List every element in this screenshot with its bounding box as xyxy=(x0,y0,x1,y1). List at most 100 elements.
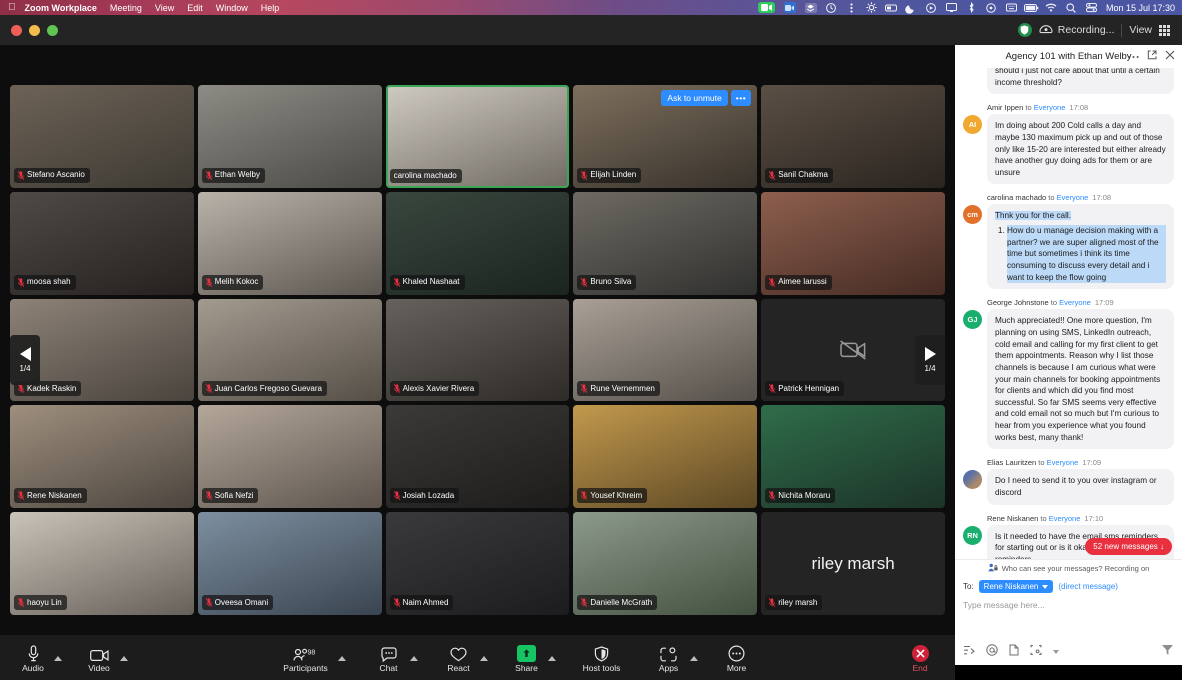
emoji-caret-icon[interactable] xyxy=(1053,650,1059,654)
participant-tile[interactable]: Alexis Xavier Rivera xyxy=(385,298,570,402)
battery-case-icon[interactable] xyxy=(885,2,898,13)
next-page-button[interactable]: 1/4 xyxy=(915,335,945,385)
participant-tile[interactable]: Ask to unmute ••• Elijah Linden xyxy=(573,85,758,188)
screenshot-icon[interactable] xyxy=(1030,643,1042,661)
mention-icon[interactable] xyxy=(986,643,998,661)
view-label[interactable]: View xyxy=(1129,24,1152,36)
participant-tile[interactable]: Khaled Nashaat xyxy=(385,191,570,295)
participant-tile[interactable]: haoyu Lin xyxy=(10,512,194,615)
participant-tile[interactable]: Aimee Iarussi xyxy=(761,191,945,295)
react-button[interactable]: React xyxy=(440,643,478,673)
format-text-icon[interactable] xyxy=(963,643,975,661)
participant-tile[interactable]: Sofia Nefzi xyxy=(197,405,382,509)
window-controls[interactable] xyxy=(0,24,58,36)
chat-privacy-notice[interactable]: Who can see your messages? Recording on xyxy=(955,559,1182,576)
zoom-app-icon[interactable] xyxy=(783,2,796,13)
timemachine-icon[interactable] xyxy=(986,2,997,13)
participant-tile[interactable]: Melih Kokoc xyxy=(197,191,382,295)
green-shield-icon[interactable] xyxy=(1017,23,1032,37)
maximize-window-button[interactable] xyxy=(47,24,58,36)
chat-sender-name[interactable]: George Johnstone xyxy=(987,298,1049,307)
video-button[interactable]: Video xyxy=(80,643,118,673)
recording-status[interactable]: Recording... xyxy=(1039,23,1114,37)
close-icon[interactable] xyxy=(1165,50,1175,63)
chat-input[interactable]: Type message here... xyxy=(955,597,1182,639)
chat-message[interactable]: GJ George Johnstone to Everyone 17:09 Much … xyxy=(963,298,1174,450)
chat-recipient[interactable]: Everyone xyxy=(1059,298,1091,307)
participant-tile[interactable]: Nichita Moraru xyxy=(761,405,945,509)
ask-to-unmute-button[interactable]: Ask to unmute xyxy=(661,90,728,106)
participant-tile[interactable]: Rene Niskanen xyxy=(10,405,194,509)
chat-message[interactable]: Elias Lauritzen to Everyone 17:09 Do I nee… xyxy=(963,458,1174,505)
audio-options-caret[interactable] xyxy=(54,656,62,661)
control-center-icon[interactable] xyxy=(1085,2,1097,13)
popout-icon[interactable] xyxy=(1147,50,1157,63)
display-icon[interactable] xyxy=(945,2,957,13)
chat-sender-name[interactable]: carolina machado xyxy=(987,193,1046,202)
menu-item-view[interactable]: View xyxy=(155,3,174,13)
audio-button[interactable]: Audio xyxy=(14,643,52,673)
previous-page-button[interactable]: 1/4 xyxy=(10,335,40,385)
more-options-icon[interactable] xyxy=(1128,51,1139,62)
kebab-icon[interactable] xyxy=(846,2,857,13)
end-button[interactable]: End xyxy=(901,643,939,673)
host-tools-button[interactable]: Host tools xyxy=(576,643,628,673)
participant-tile[interactable]: Stefano Ascanio xyxy=(10,85,194,188)
chat-message-list[interactable]: should i just not care about that until … xyxy=(955,68,1182,559)
settings-gear-icon[interactable] xyxy=(866,2,877,13)
menu-item-edit[interactable]: Edit xyxy=(187,3,203,13)
more-button[interactable]: More xyxy=(718,643,756,673)
camera-active-icon[interactable] xyxy=(757,2,775,13)
participant-tile[interactable]: Sanil Chakma xyxy=(761,85,945,188)
battery-icon[interactable] xyxy=(1023,2,1039,13)
send-icon[interactable] xyxy=(1161,643,1174,661)
chat-recipient-dropdown[interactable]: Rene Niskanen xyxy=(978,580,1054,593)
file-icon[interactable] xyxy=(1009,643,1019,661)
wifi-icon[interactable] xyxy=(1046,2,1057,13)
clock-icon[interactable] xyxy=(826,2,837,13)
chat-button[interactable]: Chat xyxy=(370,643,408,673)
share-button[interactable]: Share xyxy=(508,643,546,673)
apps-options-caret[interactable] xyxy=(689,656,698,661)
participants-options-caret[interactable] xyxy=(337,656,346,661)
chat-message[interactable]: AI Amir Ippen to Everyone 17:08 Im doing ab… xyxy=(963,103,1174,185)
participant-tile[interactable]: Danielle McGrath xyxy=(573,512,758,615)
participant-tile[interactable]: riley marsh riley marsh xyxy=(761,512,945,615)
keyboard-switch-icon[interactable] xyxy=(1005,2,1017,13)
grid-view-icon[interactable] xyxy=(1159,24,1170,36)
chat-options-caret[interactable] xyxy=(409,656,418,661)
chat-message[interactable]: cm carolina machado to Everyone 17:08 Thnk … xyxy=(963,193,1174,290)
video-options-caret[interactable] xyxy=(120,656,128,661)
new-messages-badge[interactable]: 52 new messages ↓ xyxy=(1085,538,1172,555)
menu-item-window[interactable]: Window xyxy=(216,3,248,13)
participant-tile[interactable]: Rune Vernemmen xyxy=(573,298,758,402)
menubar-clock[interactable]: Mon 15 Jul 17:30 xyxy=(1106,3,1175,13)
chat-sender-name[interactable]: Rene Niskanen xyxy=(987,514,1038,523)
search-icon[interactable] xyxy=(1066,2,1077,13)
moon-icon[interactable] xyxy=(905,2,917,14)
close-window-button[interactable] xyxy=(11,24,22,36)
apps-button[interactable]: Apps xyxy=(650,643,688,673)
dropbox-icon[interactable] xyxy=(804,2,817,13)
participants-button[interactable]: 98 Participants xyxy=(276,643,336,673)
participant-tile[interactable]: Josiah Lozada xyxy=(385,405,570,509)
participant-tile[interactable]: Ethan Welby xyxy=(197,85,382,188)
chat-sender-name[interactable]: Elias Lauritzen xyxy=(987,458,1036,467)
chat-recipient[interactable]: Everyone xyxy=(1047,458,1079,467)
participant-more-options-button[interactable]: ••• xyxy=(730,90,752,106)
chat-sender-name[interactable]: Amir Ippen xyxy=(987,103,1023,112)
participant-tile[interactable]: Yousef Khreim xyxy=(573,405,758,509)
react-options-caret[interactable] xyxy=(479,656,488,661)
chat-recipient[interactable]: Everyone xyxy=(1057,193,1089,202)
bluetooth-icon[interactable] xyxy=(966,1,977,14)
record-circle-icon[interactable] xyxy=(926,2,937,13)
participant-tile[interactable]: Juan Carlos Fregoso Guevara xyxy=(197,298,382,402)
participant-tile[interactable]: Oveesa Omani xyxy=(197,512,382,615)
participant-tile[interactable]: moosa shah xyxy=(10,191,194,295)
apple-icon[interactable]:  xyxy=(8,2,16,13)
share-options-caret[interactable] xyxy=(547,656,556,661)
chat-recipient[interactable]: Everyone xyxy=(1049,514,1081,523)
chat-message[interactable]: should i just not care about that until … xyxy=(963,68,1174,95)
menu-app-name[interactable]: Zoom Workplace xyxy=(25,3,97,13)
participant-tile[interactable]: Naim Ahmed xyxy=(385,512,570,615)
